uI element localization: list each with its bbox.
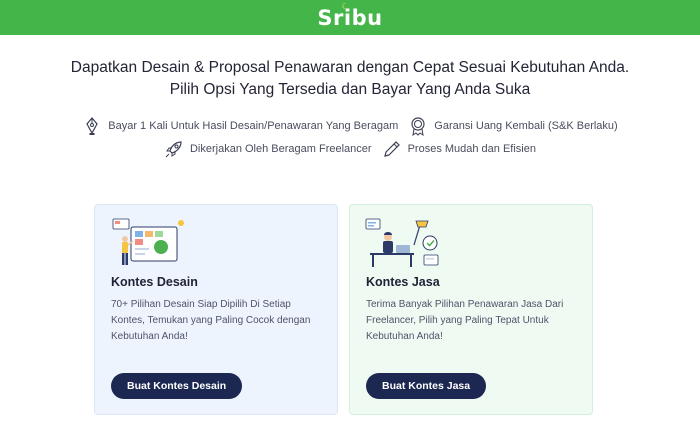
feature-label: Bayar 1 Kali Untuk Hasil Desain/Penawara… [108, 120, 399, 132]
buat-kontes-desain-button[interactable]: Buat Kontes Desain [111, 373, 243, 399]
pencil-icon [383, 141, 400, 157]
feature-label: Proses Mudah dan Efisien [407, 143, 536, 155]
card-title: Kontes Jasa [366, 275, 440, 289]
card-title: Kontes Desain [111, 275, 198, 289]
feature-item-pay-once: Bayar 1 Kali Untuk Hasil Desain/Penawara… [82, 116, 398, 136]
logo-text: Sribu [317, 5, 383, 30]
card-kontes-desain: Kontes Desain 70+ Pilihan Desain Siap Di… [94, 204, 338, 415]
buat-kontes-jasa-button[interactable]: Buat Kontes Jasa [366, 373, 487, 399]
card-description: Terima Banyak Pilihan Penawaran Jasa Dar… [366, 299, 564, 342]
feature-label: Dikerjakan Oleh Beragam Freelancer [189, 143, 372, 155]
card-description: 70+ Pilihan Desain Siap Dipilih Di Setia… [111, 299, 311, 342]
logo-moon-icon: ☾ [341, 1, 350, 11]
lightbulb-pen-icon [86, 117, 98, 135]
service-contest-illustration [365, 218, 439, 267]
features-row-2: Dikerjakan Oleh Beragam Freelancer Prose… [0, 139, 700, 159]
design-contest-illustration [112, 218, 184, 265]
medal-icon [411, 117, 425, 136]
card-kontes-jasa: Kontes Jasa Terima Banyak Pilihan Penawa… [349, 204, 593, 415]
feature-item-freelancers: Dikerjakan Oleh Beragam Freelancer [164, 139, 372, 159]
feature-item-easy-process: Proses Mudah dan Efisien [382, 139, 536, 159]
top-bar: Sribu ☾ [0, 0, 700, 35]
rocket-icon [165, 141, 182, 158]
sribu-logo[interactable]: Sribu ☾ [317, 2, 383, 30]
feature-label: Garansi Uang Kembali (S&K Berlaku) [434, 120, 618, 132]
features-row-1: Bayar 1 Kali Untuk Hasil Desain/Penawara… [0, 116, 700, 136]
page-headline: Dapatkan Desain & Proposal Penawaran den… [70, 59, 630, 98]
feature-item-money-back: Garansi Uang Kembali (S&K Berlaku) [408, 116, 618, 136]
